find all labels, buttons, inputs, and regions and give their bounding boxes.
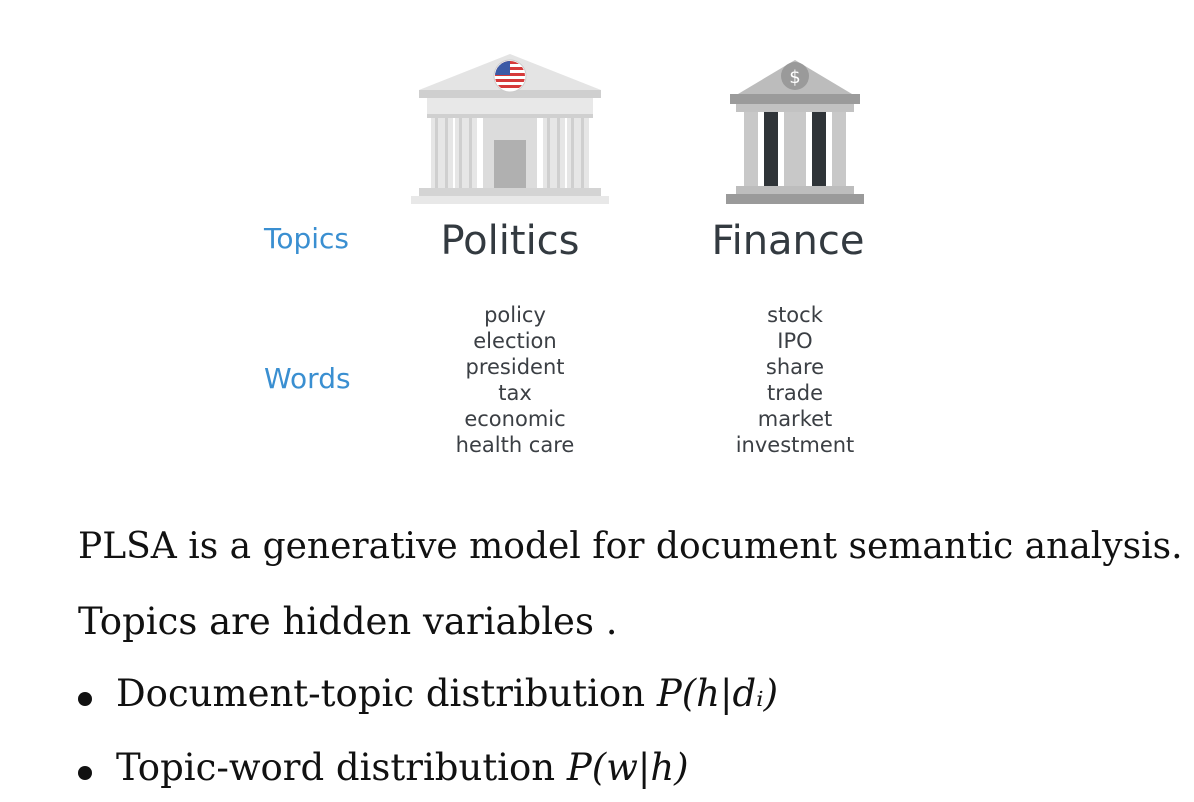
hidden-variables-text: Topics are hidden variables . — [78, 600, 618, 643]
word-item: health care — [455, 433, 575, 457]
bullet-dot — [78, 766, 92, 780]
topic-word-label: Topic-word distribution — [116, 746, 556, 789]
word-item: trade — [767, 381, 823, 405]
word-item: tax — [498, 381, 532, 405]
word-item: election — [473, 329, 557, 353]
topics-label: Topics — [264, 222, 350, 255]
word-item: investment — [735, 433, 855, 457]
words-label: Words — [264, 362, 351, 395]
plsa-description: PLSA is a generative model for document … — [78, 526, 1183, 567]
topic-word-item: Topic-word distribution P(w|h) — [116, 746, 689, 789]
politics-word-list: policy election president tax economic h… — [405, 302, 625, 458]
word-item: policy — [484, 303, 546, 327]
document-topic-item: Document-topic distribution P(h|dᵢ) — [116, 672, 778, 715]
word-item: share — [765, 355, 825, 379]
bullet-dot — [78, 692, 92, 706]
document-topic-formula: P(h|dᵢ) — [656, 672, 779, 715]
word-item: economic — [464, 407, 566, 431]
word-item: IPO — [777, 329, 813, 353]
government-building-flag-icon — [411, 54, 609, 204]
word-item: stock — [767, 303, 823, 327]
topic-title-politics: Politics — [440, 218, 580, 264]
word-item: president — [465, 355, 565, 379]
word-item: market — [757, 407, 833, 431]
topic-word-formula: P(w|h) — [566, 746, 689, 789]
finance-word-list: stock IPO share trade market investment — [685, 302, 905, 458]
svg-text:$: $ — [789, 67, 800, 88]
bank-building-dollar-icon: $ — [726, 60, 864, 204]
topic-title-finance: Finance — [711, 218, 865, 264]
document-topic-label: Document-topic distribution — [116, 672, 646, 715]
